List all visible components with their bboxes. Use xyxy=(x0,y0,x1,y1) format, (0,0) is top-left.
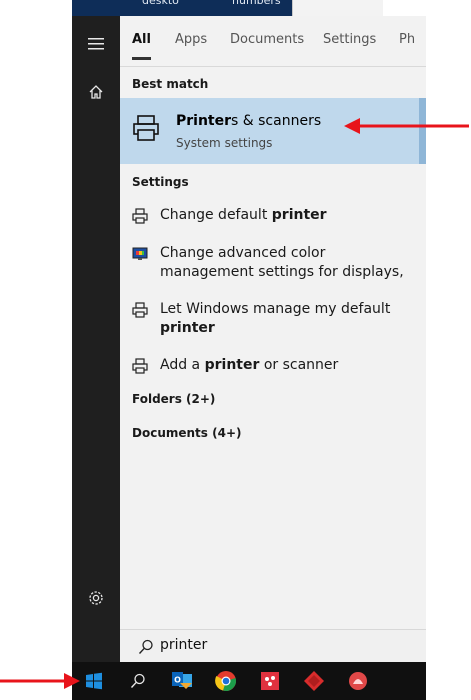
tab-photos[interactable]: Ph xyxy=(399,32,415,47)
taskbar: O xyxy=(72,662,426,700)
search-results-panel: All Apps Documents Settings Ph Best matc… xyxy=(120,16,426,662)
desktop-strip: deskto numbers xyxy=(72,0,426,16)
printer-small-icon xyxy=(132,358,148,374)
tab-apps[interactable]: Apps xyxy=(175,32,207,47)
chrome-icon[interactable] xyxy=(204,662,248,700)
search-tabs: All Apps Documents Settings Ph xyxy=(120,16,426,66)
tab-documents[interactable]: Documents xyxy=(230,32,304,47)
settings-gear-icon[interactable] xyxy=(72,578,120,618)
printer-small-icon xyxy=(132,208,148,224)
tab-settings[interactable]: Settings xyxy=(323,32,376,47)
best-match-subtitle: System settings xyxy=(176,136,273,150)
desktop-wallpaper: deskto numbers xyxy=(72,0,292,16)
best-match-title: Printers & scanners xyxy=(176,113,322,129)
red-arrow-annotation-start xyxy=(0,673,80,689)
start-left-rail xyxy=(72,16,120,662)
color-management-icon xyxy=(132,247,148,260)
desktop-window xyxy=(292,0,383,16)
printer-icon xyxy=(133,115,159,141)
taskbar-search-icon[interactable] xyxy=(116,662,160,700)
red-arrow-annotation xyxy=(344,118,469,134)
best-match-heading: Best match xyxy=(132,77,209,91)
outlook-icon[interactable]: O xyxy=(160,662,204,700)
folders-heading[interactable]: Folders (2+) xyxy=(132,392,215,406)
tab-all[interactable]: All xyxy=(132,32,151,60)
app-bubble-icon[interactable] xyxy=(336,662,380,700)
tab-divider xyxy=(120,66,426,67)
desktop-text-left: deskto xyxy=(142,0,179,7)
desktop-text-right: numbers xyxy=(232,0,281,7)
svg-text:O: O xyxy=(174,676,181,685)
settings-heading: Settings xyxy=(132,175,189,189)
app-diamond-icon[interactable] xyxy=(292,662,336,700)
documents-heading[interactable]: Documents (4+) xyxy=(132,426,241,440)
app-red-icon[interactable] xyxy=(248,662,292,700)
search-icon xyxy=(138,639,153,654)
search-bar[interactable]: printer xyxy=(120,629,426,663)
search-input[interactable]: printer xyxy=(160,637,207,653)
home-icon[interactable] xyxy=(72,72,120,112)
printer-small-icon xyxy=(132,302,148,318)
hamburger-menu-icon[interactable] xyxy=(72,24,120,64)
